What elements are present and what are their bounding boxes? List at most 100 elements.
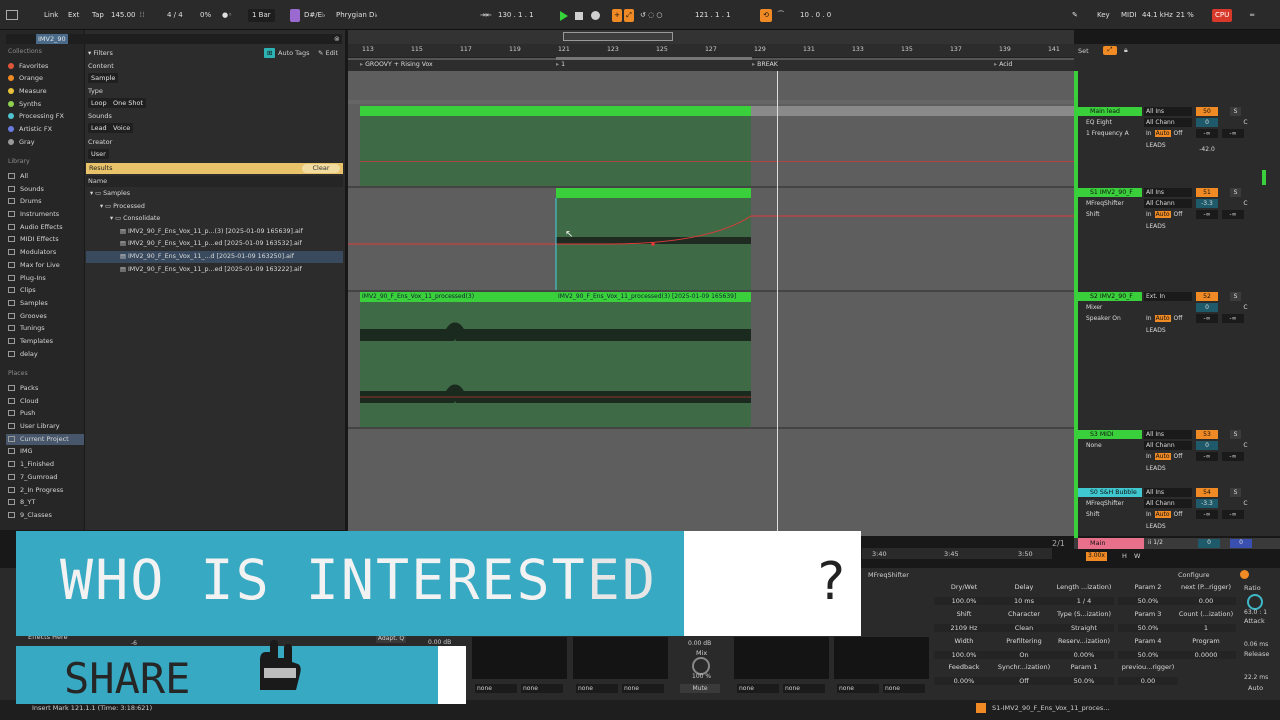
browser-search[interactable]: IMV2_90 ⊗ (6, 34, 342, 44)
main-track-name[interactable]: Main (1078, 538, 1144, 549)
collection-3[interactable]: Synths (8, 99, 41, 110)
place-item-3[interactable]: User Library (8, 421, 60, 432)
track-device[interactable]: Mixer (1084, 303, 1140, 312)
none-dropdown-7[interactable]: none (837, 684, 879, 693)
param-value[interactable]: 1 / 4 (1054, 597, 1114, 605)
track-pan[interactable]: C (1240, 441, 1251, 450)
none-dropdown-2[interactable]: none (521, 684, 563, 693)
content-chip[interactable]: Sample (88, 73, 119, 83)
collection-2[interactable]: Measure (8, 86, 47, 97)
track-device[interactable]: EQ Eight (1084, 118, 1140, 127)
track-volume[interactable]: 52 (1196, 292, 1218, 301)
clear-button[interactable]: Clear (302, 164, 340, 173)
overview-icon[interactable] (6, 10, 18, 20)
track-input[interactable]: All Ins (1144, 107, 1192, 116)
tree-row[interactable]: ▤ IMV2_90_F_Ens_Vox_11_...d [2025-01-09 … (86, 251, 343, 263)
track-pan[interactable]: C (1240, 303, 1251, 312)
draw-mode-icon[interactable]: ✎ (1072, 9, 1078, 22)
track-name[interactable]: S3 MIDI (1078, 430, 1142, 439)
library-item-14[interactable]: delay (8, 349, 38, 360)
param-value[interactable]: 50.0% (1054, 677, 1114, 685)
auto-tags-toggle[interactable]: Auto Tags (278, 49, 310, 57)
track-send[interactable]: 0 (1196, 118, 1218, 127)
clip-header-main-lead[interactable] (360, 106, 751, 116)
scale-root[interactable]: D#/E♭ (304, 9, 325, 22)
punch-icon[interactable]: ⁀ (778, 9, 784, 22)
monitor-switch[interactable]: In Auto Off (1146, 511, 1182, 518)
track-volume[interactable]: 51 (1196, 188, 1218, 197)
key-map-button[interactable]: Key (1097, 9, 1110, 22)
overdub-button[interactable]: + (612, 9, 622, 22)
track-param[interactable]: 1 Frequency A (1084, 129, 1140, 138)
configure-button[interactable]: Configure (1178, 571, 1210, 579)
track-input[interactable]: All Ins (1144, 188, 1192, 197)
collection-1[interactable]: Orange (8, 73, 43, 84)
automation-curve[interactable] (348, 188, 1074, 290)
param-value[interactable]: On (994, 651, 1054, 659)
track-name[interactable]: S0 S&H Bubble (1078, 488, 1142, 497)
overview-viewport[interactable] (563, 32, 673, 41)
mute-button[interactable]: Mute (680, 684, 720, 693)
device-power-icon[interactable] (1240, 570, 1249, 579)
track-input[interactable]: All Ins (1144, 488, 1192, 497)
track-channel[interactable]: All Chann (1144, 118, 1192, 127)
library-item-4[interactable]: Audio Effects (8, 222, 63, 233)
collection-5[interactable]: Artistic FX (8, 124, 52, 135)
param-value[interactable]: Straight (1054, 624, 1114, 632)
edit-button[interactable]: ✎ Edit (318, 49, 338, 57)
auto-tags-icon[interactable]: ⊞ (264, 48, 276, 58)
rack-panel-4[interactable] (834, 637, 929, 679)
track-send[interactable]: 0 (1196, 303, 1218, 312)
monitor-switch[interactable]: In Auto Off (1146, 130, 1182, 137)
tree-row[interactable]: ▾ ▭ Processed (86, 201, 343, 213)
track-volume[interactable]: 53 (1196, 430, 1218, 439)
follow-icon[interactable]: ●◦ (222, 9, 232, 22)
library-item-3[interactable]: Instruments (8, 209, 59, 220)
ext-button[interactable]: Ext (68, 9, 79, 22)
loop-tempo-icon[interactable]: ⇥⇤ (480, 9, 492, 22)
monitor-switch[interactable]: In Auto Off (1146, 453, 1182, 460)
monitor-switch[interactable]: In Auto Off (1146, 315, 1182, 322)
locator[interactable]: ▸ BREAK (752, 61, 778, 68)
clip-main-lead[interactable] (360, 116, 751, 186)
main-send[interactable]: 0 (1230, 539, 1252, 548)
main-volume[interactable]: 0 (1198, 539, 1220, 548)
track-send[interactable]: -3.3 (1196, 499, 1218, 508)
track-output[interactable]: LEADS (1144, 222, 1192, 231)
clip-a-label[interactable]: IMV2_90_F_Ens_Vox_11_processed(3) (360, 292, 556, 302)
none-dropdown-6[interactable]: none (783, 684, 825, 693)
track-param[interactable]: Speaker On (1084, 314, 1140, 323)
track-device[interactable]: MFreqShifter (1084, 199, 1140, 208)
param-value[interactable]: Off (994, 677, 1054, 685)
track-pan[interactable]: C (1240, 118, 1251, 127)
track-volume[interactable]: 50 (1196, 107, 1218, 116)
track-input[interactable]: Ext. In (1144, 292, 1192, 301)
param-value[interactable]: 100.0% (934, 597, 994, 605)
tree-row[interactable]: ▾ ▭ Samples (86, 188, 343, 200)
tempo-field[interactable]: 145.00 (111, 9, 136, 22)
fold-icon[interactable]: ⤢ (1103, 46, 1117, 55)
param-value[interactable]: 50.0% (1118, 651, 1178, 659)
content-label[interactable]: Content (88, 62, 114, 72)
play-icon[interactable] (560, 11, 568, 21)
cpu-button[interactable]: CPU (1212, 9, 1233, 22)
none-dropdown-1[interactable]: none (475, 684, 517, 693)
track-output[interactable]: LEADS (1144, 464, 1192, 473)
param-value[interactable]: 10 ms (994, 597, 1054, 605)
scale-icon[interactable] (290, 9, 300, 22)
track-param[interactable]: Shift (1084, 510, 1140, 519)
library-item-8[interactable]: Plug-Ins (8, 273, 46, 284)
monitor-switch[interactable]: In Auto Off (1146, 211, 1182, 218)
locator[interactable]: ▸ Acid (994, 61, 1012, 68)
ratio-knob[interactable] (1247, 594, 1263, 610)
auto-button[interactable]: Auto (1248, 684, 1263, 692)
beat-ruler[interactable]: 113 115 117 119 121 123 125 127 129 131 133 135 137 1… (348, 44, 1074, 58)
io-icon[interactable]: ═ (1250, 9, 1254, 22)
track-output[interactable]: LEADS (1144, 522, 1192, 531)
record-icon[interactable] (591, 11, 600, 20)
automation-arm-button[interactable]: ⤢ (624, 9, 634, 22)
track-name[interactable]: S2 IMV2_90_F (1078, 292, 1142, 301)
stop-icon[interactable] (575, 12, 583, 20)
clip-b-label[interactable]: IMV2_90_F_Ens_Vox_11_processed(3) [2025-… (556, 292, 751, 302)
library-item-13[interactable]: Templates (8, 336, 53, 347)
